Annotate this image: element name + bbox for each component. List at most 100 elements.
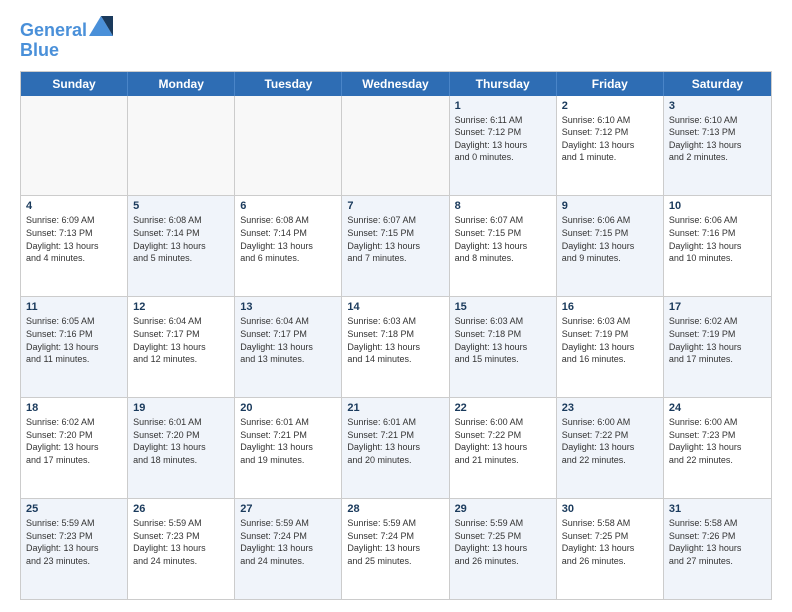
day-cell: 14Sunrise: 6:03 AM Sunset: 7:18 PM Dayli… bbox=[342, 297, 449, 397]
day-number: 27 bbox=[240, 503, 336, 515]
day-number: 25 bbox=[26, 503, 122, 515]
week-row: 25 Sunrise: 5:59 AM Sunset: 7:23 PM Dayli… bbox=[21, 499, 771, 599]
day-number: 3 bbox=[669, 100, 766, 112]
day-number: 12 bbox=[133, 301, 229, 313]
day-cell: 7 Sunrise: 6:07 AM Sunset: 7:15 PM Daylig… bbox=[342, 196, 449, 296]
day-cell: 4 Sunrise: 6:09 AM Sunset: 7:13 PM Daylig… bbox=[21, 196, 128, 296]
day-info: Sunrise: 6:02 AM Sunset: 7:20 PM Dayligh… bbox=[26, 416, 122, 466]
day-cell: 27 Sunrise: 5:59 AM Sunset: 7:24 PM Dayli… bbox=[235, 499, 342, 599]
day-info: Sunrise: 6:00 AM Sunset: 7:22 PM Dayligh… bbox=[562, 416, 658, 466]
day-number: 17 bbox=[669, 301, 766, 313]
day-cell: 5 Sunrise: 6:08 AM Sunset: 7:14 PM Daylig… bbox=[128, 196, 235, 296]
day-cell: 20Sunrise: 6:01 AM Sunset: 7:21 PM Dayli… bbox=[235, 398, 342, 498]
day-number: 7 bbox=[347, 200, 443, 212]
day-info: Sunrise: 6:09 AM Sunset: 7:13 PM Dayligh… bbox=[26, 214, 122, 264]
day-info: Sunrise: 6:10 AM Sunset: 7:13 PM Dayligh… bbox=[669, 114, 766, 164]
day-info: Sunrise: 5:58 AM Sunset: 7:25 PM Dayligh… bbox=[562, 517, 658, 567]
day-cell: 2Sunrise: 6:10 AM Sunset: 7:12 PM Daylig… bbox=[557, 96, 664, 196]
day-info: Sunrise: 5:59 AM Sunset: 7:23 PM Dayligh… bbox=[26, 517, 122, 567]
day-info: Sunrise: 6:00 AM Sunset: 7:22 PM Dayligh… bbox=[455, 416, 551, 466]
day-info: Sunrise: 5:59 AM Sunset: 7:25 PM Dayligh… bbox=[455, 517, 551, 567]
day-number: 19 bbox=[133, 402, 229, 414]
week-row: 11Sunrise: 6:05 AM Sunset: 7:16 PM Dayli… bbox=[21, 297, 771, 398]
day-info: Sunrise: 6:04 AM Sunset: 7:17 PM Dayligh… bbox=[240, 315, 336, 365]
day-number: 23 bbox=[562, 402, 658, 414]
day-info: Sunrise: 5:59 AM Sunset: 7:23 PM Dayligh… bbox=[133, 517, 229, 567]
day-cell: 6Sunrise: 6:08 AM Sunset: 7:14 PM Daylig… bbox=[235, 196, 342, 296]
day-cell bbox=[235, 96, 342, 196]
calendar: SundayMondayTuesdayWednesdayThursdayFrid… bbox=[20, 71, 772, 600]
day-cell bbox=[21, 96, 128, 196]
day-number: 26 bbox=[133, 503, 229, 515]
day-info: Sunrise: 6:07 AM Sunset: 7:15 PM Dayligh… bbox=[455, 214, 551, 264]
day-cell: 8 Sunrise: 6:07 AM Sunset: 7:15 PM Daylig… bbox=[450, 196, 557, 296]
day-number: 29 bbox=[455, 503, 551, 515]
day-info: Sunrise: 6:00 AM Sunset: 7:23 PM Dayligh… bbox=[669, 416, 766, 466]
day-info: Sunrise: 6:08 AM Sunset: 7:14 PM Dayligh… bbox=[133, 214, 229, 264]
day-info: Sunrise: 6:11 AM Sunset: 7:12 PM Dayligh… bbox=[455, 114, 551, 164]
day-info: Sunrise: 6:10 AM Sunset: 7:12 PM Dayligh… bbox=[562, 114, 658, 164]
logo-text: General bbox=[20, 16, 113, 41]
day-info: Sunrise: 5:59 AM Sunset: 7:24 PM Dayligh… bbox=[347, 517, 443, 567]
day-cell bbox=[342, 96, 449, 196]
page: General Blue SundayMondayTuesdayWednesda… bbox=[0, 0, 792, 612]
day-number: 28 bbox=[347, 503, 443, 515]
day-number: 9 bbox=[562, 200, 658, 212]
day-number: 16 bbox=[562, 301, 658, 313]
day-number: 8 bbox=[455, 200, 551, 212]
day-info: Sunrise: 6:07 AM Sunset: 7:15 PM Dayligh… bbox=[347, 214, 443, 264]
day-cell: 31Sunrise: 5:58 AM Sunset: 7:26 PM Dayli… bbox=[664, 499, 771, 599]
day-header: Monday bbox=[128, 72, 235, 96]
day-info: Sunrise: 6:05 AM Sunset: 7:16 PM Dayligh… bbox=[26, 315, 122, 365]
day-cell: 10 Sunrise: 6:06 AM Sunset: 7:16 PM Dayli… bbox=[664, 196, 771, 296]
day-header: Friday bbox=[557, 72, 664, 96]
day-cell: 11Sunrise: 6:05 AM Sunset: 7:16 PM Dayli… bbox=[21, 297, 128, 397]
day-cell: 13 Sunrise: 6:04 AM Sunset: 7:17 PM Dayli… bbox=[235, 297, 342, 397]
day-info: Sunrise: 6:06 AM Sunset: 7:15 PM Dayligh… bbox=[562, 214, 658, 264]
logo-general: General bbox=[20, 20, 87, 40]
day-number: 13 bbox=[240, 301, 336, 313]
day-info: Sunrise: 6:04 AM Sunset: 7:17 PM Dayligh… bbox=[133, 315, 229, 365]
day-number: 24 bbox=[669, 402, 766, 414]
day-header: Wednesday bbox=[342, 72, 449, 96]
day-cell: 26 Sunrise: 5:59 AM Sunset: 7:23 PM Dayli… bbox=[128, 499, 235, 599]
day-info: Sunrise: 5:58 AM Sunset: 7:26 PM Dayligh… bbox=[669, 517, 766, 567]
week-row: 1 Sunrise: 6:11 AM Sunset: 7:12 PM Daylig… bbox=[21, 96, 771, 197]
day-number: 4 bbox=[26, 200, 122, 212]
day-header: Thursday bbox=[450, 72, 557, 96]
day-header: Sunday bbox=[21, 72, 128, 96]
day-cell: 18 Sunrise: 6:02 AM Sunset: 7:20 PM Dayli… bbox=[21, 398, 128, 498]
day-number: 22 bbox=[455, 402, 551, 414]
day-header: Saturday bbox=[664, 72, 771, 96]
logo: General Blue bbox=[20, 16, 113, 61]
calendar-body: 1 Sunrise: 6:11 AM Sunset: 7:12 PM Daylig… bbox=[21, 96, 771, 599]
day-cell: 22 Sunrise: 6:00 AM Sunset: 7:22 PM Dayli… bbox=[450, 398, 557, 498]
day-headers: SundayMondayTuesdayWednesdayThursdayFrid… bbox=[21, 72, 771, 96]
day-info: Sunrise: 6:06 AM Sunset: 7:16 PM Dayligh… bbox=[669, 214, 766, 264]
day-number: 15 bbox=[455, 301, 551, 313]
day-info: Sunrise: 6:03 AM Sunset: 7:18 PM Dayligh… bbox=[347, 315, 443, 365]
day-cell: 24 Sunrise: 6:00 AM Sunset: 7:23 PM Dayli… bbox=[664, 398, 771, 498]
day-number: 10 bbox=[669, 200, 766, 212]
day-info: Sunrise: 6:01 AM Sunset: 7:20 PM Dayligh… bbox=[133, 416, 229, 466]
logo-blue: Blue bbox=[20, 41, 113, 61]
day-cell: 25 Sunrise: 5:59 AM Sunset: 7:23 PM Dayli… bbox=[21, 499, 128, 599]
header: General Blue bbox=[20, 16, 772, 61]
day-info: Sunrise: 5:59 AM Sunset: 7:24 PM Dayligh… bbox=[240, 517, 336, 567]
day-cell: 30 Sunrise: 5:58 AM Sunset: 7:25 PM Dayli… bbox=[557, 499, 664, 599]
day-cell: 3 Sunrise: 6:10 AM Sunset: 7:13 PM Daylig… bbox=[664, 96, 771, 196]
day-info: Sunrise: 6:08 AM Sunset: 7:14 PM Dayligh… bbox=[240, 214, 336, 264]
day-number: 1 bbox=[455, 100, 551, 112]
week-row: 4 Sunrise: 6:09 AM Sunset: 7:13 PM Daylig… bbox=[21, 196, 771, 297]
day-number: 20 bbox=[240, 402, 336, 414]
day-cell: 23 Sunrise: 6:00 AM Sunset: 7:22 PM Dayli… bbox=[557, 398, 664, 498]
day-number: 18 bbox=[26, 402, 122, 414]
logo-icon bbox=[89, 16, 113, 36]
day-cell: 28 Sunrise: 5:59 AM Sunset: 7:24 PM Dayli… bbox=[342, 499, 449, 599]
day-info: Sunrise: 6:03 AM Sunset: 7:18 PM Dayligh… bbox=[455, 315, 551, 365]
day-number: 5 bbox=[133, 200, 229, 212]
day-cell: 17Sunrise: 6:02 AM Sunset: 7:19 PM Dayli… bbox=[664, 297, 771, 397]
day-number: 30 bbox=[562, 503, 658, 515]
day-cell: 19 Sunrise: 6:01 AM Sunset: 7:20 PM Dayli… bbox=[128, 398, 235, 498]
week-row: 18 Sunrise: 6:02 AM Sunset: 7:20 PM Dayli… bbox=[21, 398, 771, 499]
